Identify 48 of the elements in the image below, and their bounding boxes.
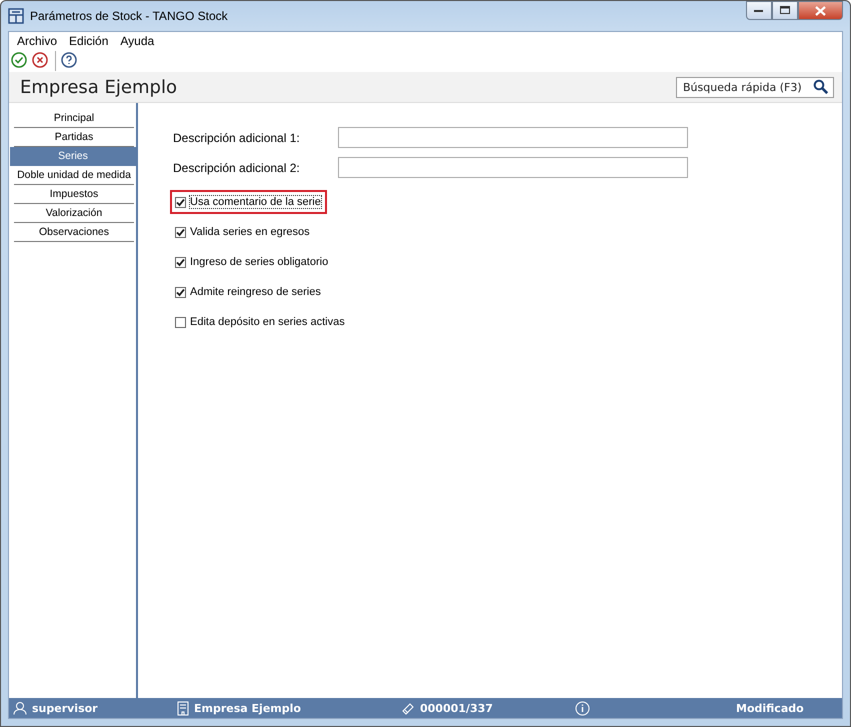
search-icon [813,79,829,95]
menu-item[interactable]: Archivo [11,34,64,48]
accept-button[interactable] [11,52,29,70]
app-icon [8,8,24,24]
maximize-button[interactable] [772,1,798,20]
sidebar-item[interactable]: Doble unidad de medida [14,166,134,185]
user-icon [13,701,27,715]
checkbox-label: Usa comentario de la serie [189,195,322,209]
status-text: Modificado [736,702,804,714]
checkbox[interactable] [175,286,186,298]
company-title: Empresa Ejemplo [20,76,177,98]
field-label: Descripción adicional 2: [173,160,301,174]
sidebar-item[interactable]: Impuestos [14,185,134,204]
minimize-icon [754,8,764,12]
checkbox-label: Admite reingreso de series [189,285,322,299]
close-icon [815,6,826,16]
checkbox-label: Valida series en egresos [189,225,311,239]
maximize-icon [780,6,790,15]
checkbox[interactable] [175,256,186,268]
menu-item[interactable]: Edición [63,34,114,48]
checkbox[interactable] [175,196,186,208]
sidebar-item[interactable]: Valorización [14,204,134,223]
input-field[interactable] [338,127,688,148]
input-field[interactable] [338,157,688,178]
sidebar-item[interactable]: Observaciones [14,223,134,242]
close-button[interactable] [798,1,843,20]
info-icon [575,700,590,716]
minimize-button[interactable] [746,1,772,20]
window-title: Parámetros de Stock - TANGO Stock [30,9,228,23]
checkbox-label: Edita depósito en series activas [189,315,346,329]
menu-item[interactable]: Ayuda [114,34,160,48]
sidebar-item[interactable]: Principal [14,109,134,128]
cancel-button[interactable] [32,52,50,70]
status-text: supervisor [32,702,98,714]
help-button[interactable] [61,52,79,70]
cancel-icon [32,52,48,68]
checkbox-label: Ingreso de series obligatorio [189,255,330,269]
checkbox[interactable] [175,226,186,238]
status-text: Empresa Ejemplo [194,702,301,714]
search-field[interactable]: Búsqueda rápida (F3) [676,76,834,98]
tag-icon [401,701,415,715]
checkbox[interactable] [175,316,186,328]
accept-icon [11,52,27,68]
status-text: 000001/337 [420,702,493,714]
field-label: Descripción adicional 1: [173,130,301,144]
help-icon [61,52,77,68]
building-icon [177,700,189,716]
sidebar-item[interactable]: Series [10,147,136,166]
